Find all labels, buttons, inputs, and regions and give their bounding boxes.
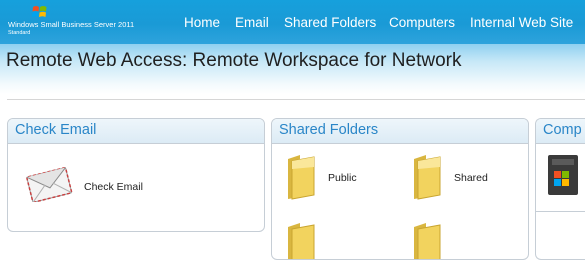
divider [536,211,585,212]
nav-computers[interactable]: Computers [389,15,455,30]
nav-email[interactable]: Email [235,15,269,30]
folder-label-public: Public [328,172,357,184]
top-bar: Windows Small Business Server 2011 Stand… [0,0,585,44]
folder-tile[interactable] [406,221,516,259]
windows-sbs-logo: Windows Small Business Server 2011 Stand… [8,4,138,40]
folder-icon [414,223,441,259]
folder-tile-public[interactable]: Public [280,151,390,205]
check-email-tile[interactable]: Check Email [16,154,176,214]
nav-internal-web-site[interactable]: Internal Web Site [470,15,573,30]
folder-label-shared: Shared [454,172,488,184]
check-email-card: Check Email Check Email [7,118,265,232]
card-header: Shared Folders [272,119,528,144]
windows-flag-icon [32,6,47,17]
folder-icon [414,155,441,200]
shared-folders-card: Shared Folders Public Shared [271,118,529,260]
computer-tile[interactable] [542,151,585,201]
card-title: Shared Folders [279,122,379,138]
page-title: Remote Web Access: Remote Workspace for … [6,50,462,71]
folder-tile[interactable] [280,221,390,259]
logo-text: Windows Small Business Server 2011 [8,20,135,29]
folder-tile-shared[interactable]: Shared [406,151,516,205]
folder-icon [288,155,315,200]
divider [7,99,585,100]
envelope-icon [26,167,73,202]
nav-shared-folders[interactable]: Shared Folders [284,15,376,30]
nav-home[interactable]: Home [184,15,220,30]
check-email-label: Check Email [84,181,143,193]
computer-tower-icon [548,155,578,195]
folder-icon [288,223,315,259]
card-title: Check Email [15,122,97,138]
card-header: Check Email [8,119,264,144]
computers-card: Comp [535,118,585,260]
logo-edition: Standard [8,30,31,36]
card-header: Comp [536,119,585,144]
card-title: Comp [543,122,582,138]
